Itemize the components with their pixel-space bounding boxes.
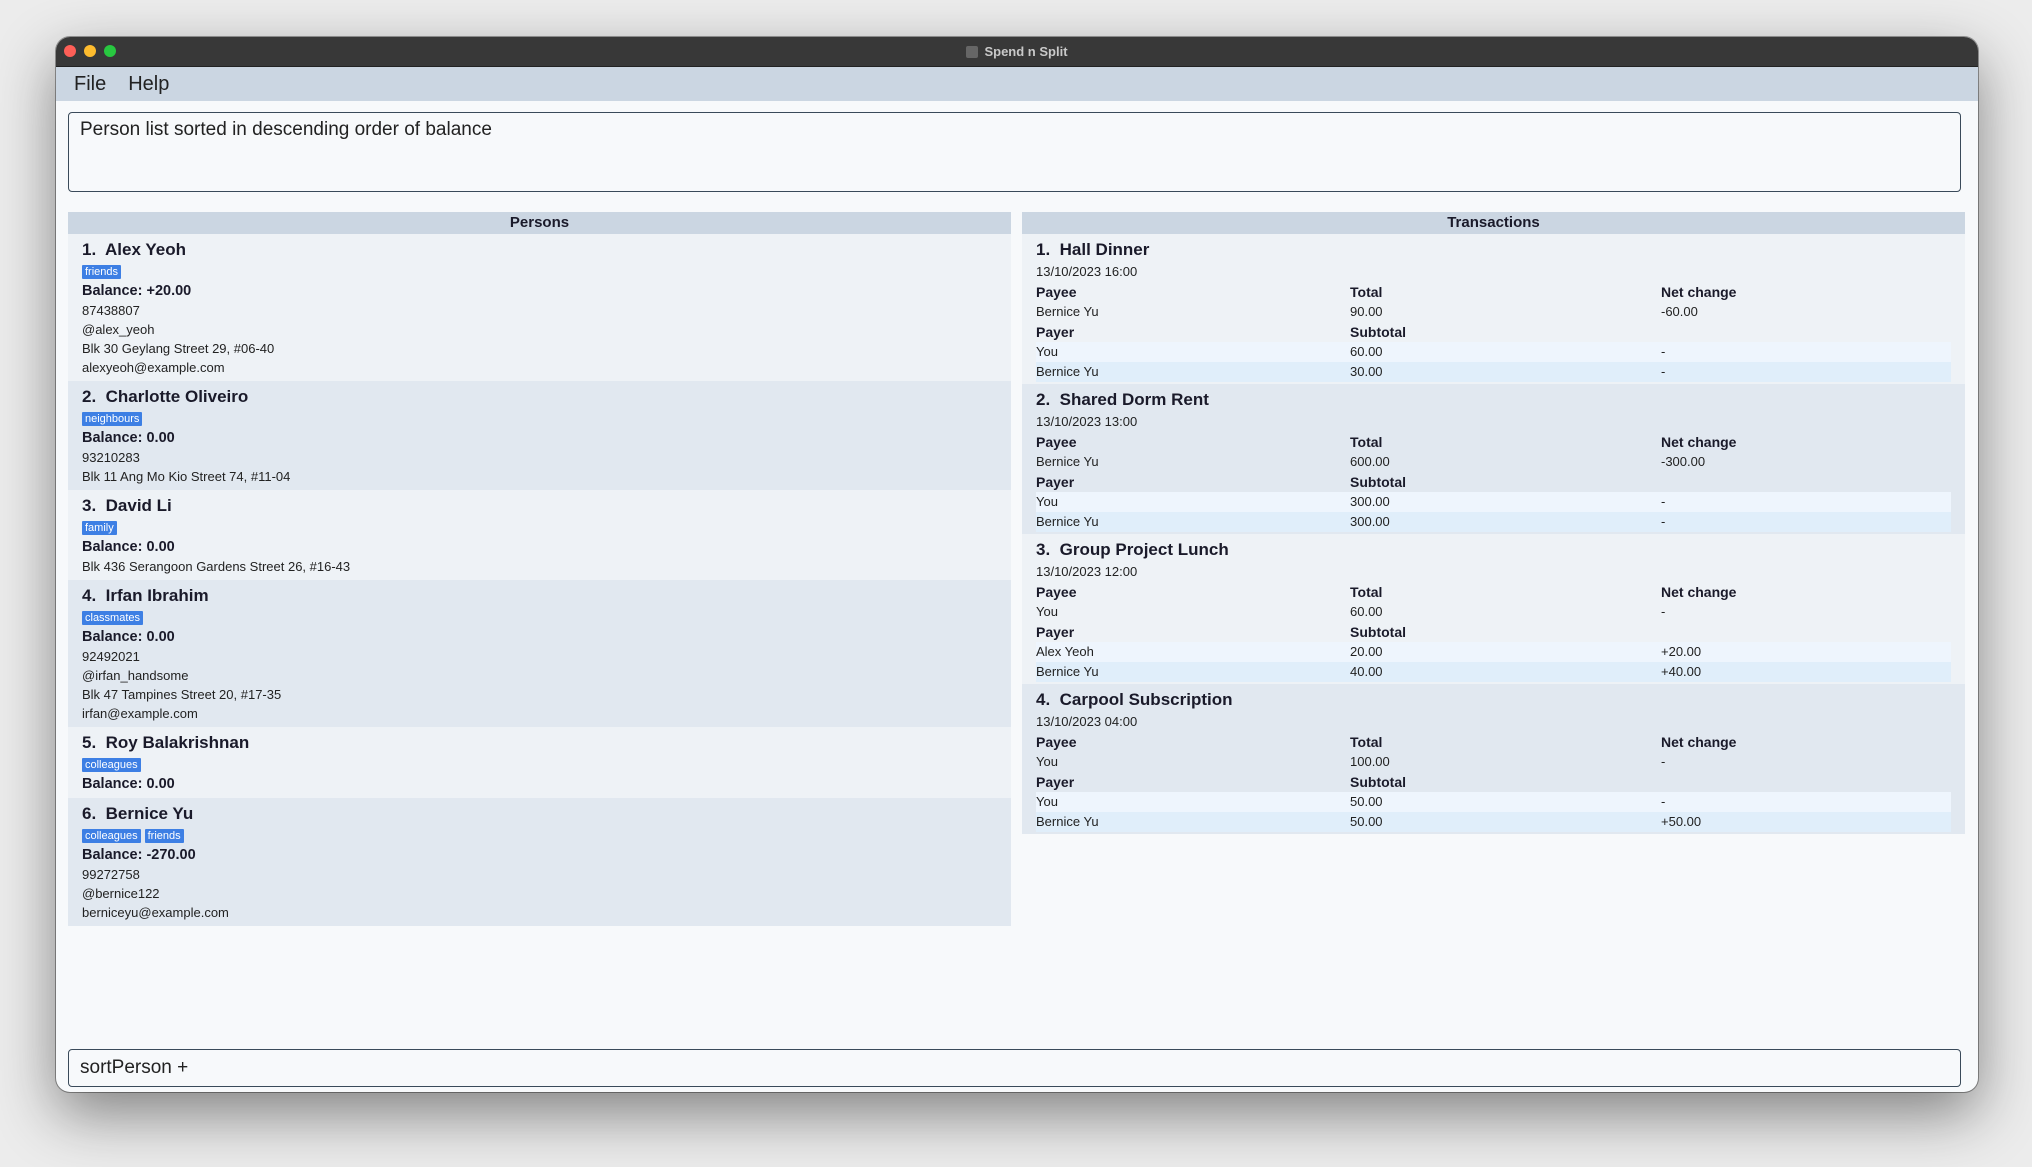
payee-header-row: Payee Total Net change xyxy=(1036,434,1737,450)
payer-header-row: Payer Subtotal xyxy=(1036,774,1406,790)
person-address: Blk 436 Serangoon Gardens Street 26, #16… xyxy=(82,559,351,574)
person-address: Blk 11 Ang Mo Kio Street 74, #11-04 xyxy=(82,469,291,484)
person-address: Blk 30 Geylang Street 29, #06-40 xyxy=(82,341,275,356)
transaction-datetime: 13/10/2023 16:00 xyxy=(1036,264,1138,279)
menu-bar: File Help xyxy=(56,67,1978,101)
transaction-title: 2. Shared Dorm Rent xyxy=(1036,390,1209,409)
payer-row: Bernice Yu 30.00- xyxy=(1036,362,1951,382)
payee-row: You 100.00- xyxy=(1036,754,1666,769)
payer-row: You 60.00- xyxy=(1036,342,1951,362)
person-phone: 87438807 xyxy=(82,303,140,318)
person-telegram: @irfan_handsome xyxy=(82,668,189,683)
person-phone: 93210283 xyxy=(82,450,140,465)
payee-row: You 60.00- xyxy=(1036,604,1666,619)
command-input[interactable]: sortPerson + xyxy=(68,1049,1961,1087)
window-title-text: Spend n Split xyxy=(984,44,1068,59)
payer-row: Bernice Yu 300.00- xyxy=(1036,512,1951,532)
person-name: 5. Roy Balakrishnan xyxy=(82,733,250,752)
person-card[interactable]: 5. Roy Balakrishnan colleagues Balance: … xyxy=(68,727,1011,798)
tag-badge: friends xyxy=(144,829,184,843)
tag-badge: colleagues xyxy=(82,758,141,772)
person-balance: Balance: +20.00 xyxy=(82,283,192,299)
menu-file[interactable]: File xyxy=(74,73,106,96)
persons-panel: Persons 1. Alex Yeoh friends Balance: +2… xyxy=(68,212,1011,926)
person-telegram: @bernice122 xyxy=(82,886,160,901)
person-email: irfan@example.com xyxy=(82,706,198,721)
person-address: Blk 47 Tampines Street 20, #17-35 xyxy=(82,687,282,702)
person-balance: Balance: -270.00 xyxy=(82,847,196,863)
tag-badge: friends xyxy=(82,265,122,279)
transaction-card[interactable]: 3. Group Project Lunch 13/10/2023 12:00 … xyxy=(1022,534,1965,684)
payer-header-row: Payer Subtotal xyxy=(1036,624,1406,640)
person-card[interactable]: 2. Charlotte Oliveiro neighbours Balance… xyxy=(68,381,1011,490)
person-name: 3. David Li xyxy=(82,496,172,515)
payer-row: Alex Yeoh 20.00 +20.00 xyxy=(1036,642,1951,662)
payer-row: You 300.00- xyxy=(1036,492,1951,512)
transaction-datetime: 13/10/2023 13:00 xyxy=(1036,414,1138,429)
app-icon xyxy=(966,46,979,58)
transaction-card[interactable]: 4. Carpool Subscription 13/10/2023 04:00… xyxy=(1022,684,1965,834)
payer-row: You 50.00- xyxy=(1036,792,1951,812)
person-phone: 92492021 xyxy=(82,649,140,664)
app-window: Spend n Split File Help Person list sort… xyxy=(56,37,1978,1092)
payee-header-row: Payee Total Net change xyxy=(1036,284,1737,300)
menu-help[interactable]: Help xyxy=(128,73,169,96)
transactions-panel: Transactions 1. Hall Dinner 13/10/2023 1… xyxy=(1022,212,1965,834)
transaction-datetime: 13/10/2023 12:00 xyxy=(1036,564,1138,579)
transaction-card[interactable]: 2. Shared Dorm Rent 13/10/2023 13:00 Pay… xyxy=(1022,384,1965,534)
person-balance: Balance: 0.00 xyxy=(82,430,175,446)
person-card[interactable]: 6. Bernice Yu colleagues friends Balance:… xyxy=(68,798,1011,926)
transactions-panel-header: Transactions xyxy=(1022,212,1965,234)
window-title: Spend n Split xyxy=(56,37,1978,66)
person-telegram: @alex_yeoh xyxy=(82,322,155,337)
transaction-card[interactable]: 1. Hall Dinner 13/10/2023 16:00 Payee Tot… xyxy=(1022,234,1965,384)
payee-header-row: Payee Total Net change xyxy=(1036,734,1737,750)
payee-header-row: Payee Total Net change xyxy=(1036,584,1737,600)
person-card[interactable]: 1. Alex Yeoh friends Balance: +20.00 874… xyxy=(68,234,1011,381)
person-balance: Balance: 0.00 xyxy=(82,539,175,555)
person-email: berniceyu@example.com xyxy=(82,905,229,920)
person-name: 4. Irfan Ibrahim xyxy=(82,586,209,605)
person-balance: Balance: 0.00 xyxy=(82,629,175,645)
person-name: 1. Alex Yeoh xyxy=(82,240,186,259)
tag-badge: neighbours xyxy=(82,412,143,426)
payer-row: Bernice Yu 50.00 +50.00 xyxy=(1036,812,1951,832)
tag-badge: colleagues xyxy=(82,829,141,843)
title-bar: Spend n Split xyxy=(56,37,1978,67)
payee-row: Bernice Yu 90.00 -60.00 xyxy=(1036,304,1698,319)
tag-badge: classmates xyxy=(82,611,144,625)
payer-header-row: Payer Subtotal xyxy=(1036,324,1406,340)
transaction-title: 1. Hall Dinner xyxy=(1036,240,1150,259)
person-name: 6. Bernice Yu xyxy=(82,804,194,823)
transaction-title: 4. Carpool Subscription xyxy=(1036,690,1233,709)
payer-row: Bernice Yu 40.00 +40.00 xyxy=(1036,662,1951,682)
result-display: Person list sorted in descending order o… xyxy=(68,112,1961,192)
person-phone: 99272758 xyxy=(82,867,140,882)
payee-row: Bernice Yu 600.00 -300.00 xyxy=(1036,454,1706,469)
transaction-datetime: 13/10/2023 04:00 xyxy=(1036,714,1138,729)
person-name: 2. Charlotte Oliveiro xyxy=(82,387,249,406)
tag-badge: family xyxy=(82,521,117,535)
transaction-title: 3. Group Project Lunch xyxy=(1036,540,1229,559)
person-balance: Balance: 0.00 xyxy=(82,776,175,792)
persons-panel-header: Persons xyxy=(68,212,1011,234)
person-email: alexyeoh@example.com xyxy=(82,360,225,375)
person-card[interactable]: 4. Irfan Ibrahim classmates Balance: 0.0… xyxy=(68,580,1011,727)
person-card[interactable]: 3. David Li family Balance: 0.00 Blk 436… xyxy=(68,490,1011,580)
payer-header-row: Payer Subtotal xyxy=(1036,474,1406,490)
